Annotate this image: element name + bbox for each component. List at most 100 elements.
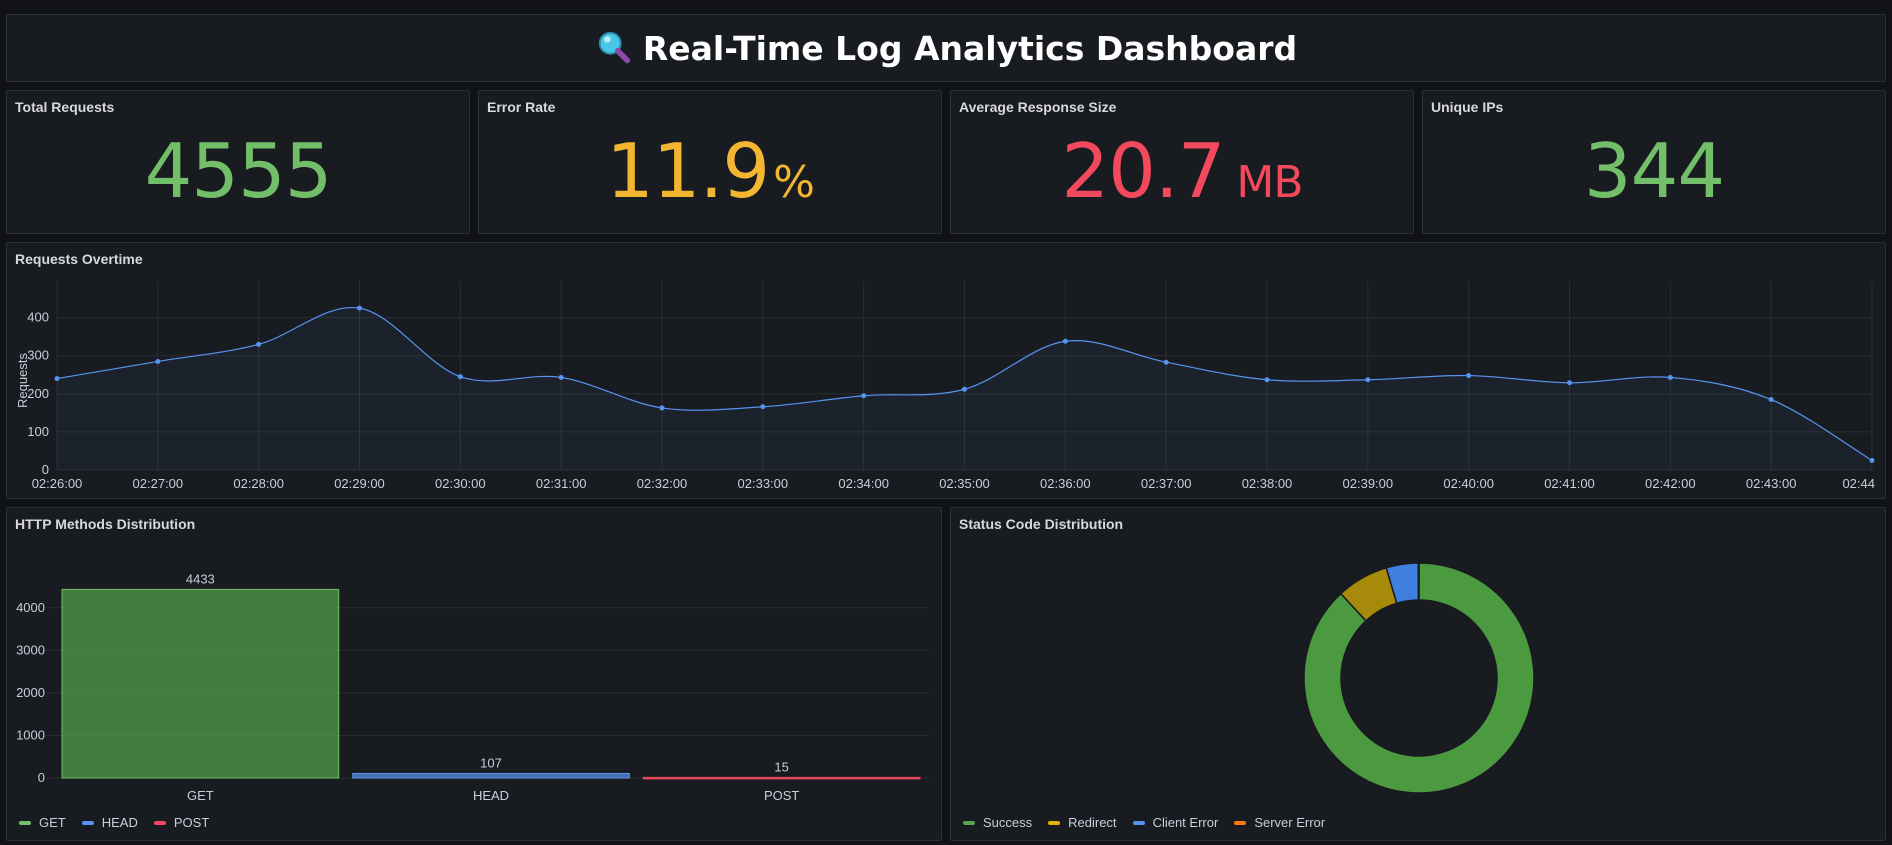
legend-label: POST bbox=[173, 815, 210, 830]
x-tick-label: 02:29:00 bbox=[334, 476, 385, 491]
legend-item[interactable]: Success bbox=[963, 815, 1032, 830]
legend-label: HEAD bbox=[101, 815, 138, 830]
error-rate-panel[interactable]: Error Rate 11.9% bbox=[478, 90, 942, 234]
donut-slice bbox=[1417, 562, 1420, 601]
y-tick-label: 2000 bbox=[16, 685, 45, 700]
legend-item[interactable]: Client Error bbox=[1132, 815, 1219, 830]
x-tick-label: 02:32:00 bbox=[637, 476, 688, 491]
stat-value: 344 bbox=[1583, 127, 1725, 215]
legend-label: Server Error bbox=[1254, 815, 1326, 830]
avg-response-size-panel[interactable]: Average Response Size 20.7 MB bbox=[950, 90, 1414, 234]
x-tick-label: 02:39:00 bbox=[1343, 476, 1394, 491]
bar-value-label: 4433 bbox=[186, 571, 215, 586]
data-point bbox=[1264, 377, 1270, 383]
bar-chart-legend: GET HEAD POST bbox=[19, 815, 209, 830]
legend-label: GET bbox=[39, 815, 66, 830]
legend-label: Success bbox=[983, 815, 1033, 830]
y-tick-label: 300 bbox=[27, 348, 49, 363]
stat-unit: % bbox=[773, 157, 815, 208]
y-tick-label: 100 bbox=[27, 424, 49, 439]
y-tick-label: 0 bbox=[38, 770, 45, 785]
bar bbox=[61, 588, 340, 779]
y-tick-label: 200 bbox=[27, 386, 49, 401]
bar bbox=[352, 772, 630, 779]
legend-swatch bbox=[1234, 820, 1247, 825]
legend-item[interactable]: HEAD bbox=[81, 815, 138, 830]
legend-label: Client Error bbox=[1152, 815, 1219, 830]
data-point bbox=[1869, 457, 1875, 463]
requests-overtime-panel[interactable]: Requests Overtime 0 100 200 300 400 02:26:00 0… bbox=[6, 242, 1886, 499]
y-axis-label: Requests bbox=[15, 353, 30, 408]
x-tick-label: 02:43:00 bbox=[1746, 476, 1797, 491]
data-point bbox=[659, 405, 665, 411]
data-point bbox=[357, 305, 362, 311]
data-point bbox=[1768, 397, 1774, 403]
requests-line-chart[interactable]: 0 100 200 300 400 02:26:00 02:27:00 02:28:00 02:… bbox=[7, 243, 1887, 500]
status-code-panel[interactable]: Status Code Distribution Success Redirect… bbox=[950, 507, 1886, 841]
stat-value: 4555 bbox=[144, 127, 333, 215]
x-tick-label: 02:42:00 bbox=[1645, 476, 1696, 491]
data-point bbox=[1567, 380, 1572, 386]
data-point bbox=[256, 341, 262, 347]
x-tick-label: 02:31:00 bbox=[536, 476, 587, 491]
panel-title: Total Requests bbox=[15, 99, 115, 115]
x-tick-label: 02:35:00 bbox=[939, 476, 990, 491]
panel-title: Error Rate bbox=[487, 99, 556, 115]
x-tick-label: 02:37:00 bbox=[1141, 476, 1192, 491]
y-tick-label: 1000 bbox=[16, 727, 45, 742]
unique-ips-panel[interactable]: Unique IPs 344 bbox=[1422, 90, 1886, 234]
data-point bbox=[1365, 377, 1371, 383]
data-point bbox=[1062, 338, 1068, 344]
legend-item[interactable]: POST bbox=[153, 815, 210, 830]
total-requests-panel[interactable]: Total Requests 4555 bbox=[6, 90, 470, 234]
data-point bbox=[558, 374, 564, 380]
panel-title: Unique IPs bbox=[1431, 99, 1504, 115]
panel-title: Average Response Size bbox=[959, 99, 1117, 115]
x-tick-label: 02:41:00 bbox=[1544, 476, 1595, 491]
dashboard-title: Real-Time Log Analytics Dashboard bbox=[642, 28, 1298, 68]
status-code-donut-chart[interactable] bbox=[951, 508, 1887, 808]
bar-value-label: 107 bbox=[480, 755, 502, 770]
x-tick-label: 02:33:00 bbox=[738, 476, 789, 491]
data-point bbox=[54, 376, 60, 382]
x-tick-label: 02:28:00 bbox=[233, 476, 284, 491]
http-methods-bar-chart[interactable]: 0 1000 2000 3000 4000 4433 GET 107 HEAD 15 POST bbox=[7, 508, 943, 808]
legend-item[interactable]: GET bbox=[19, 815, 66, 830]
http-methods-panel[interactable]: HTTP Methods Distribution 0 1000 2000 3000 4… bbox=[6, 507, 942, 841]
x-tick-label: 02:40:00 bbox=[1443, 476, 1494, 491]
legend-swatch bbox=[153, 820, 166, 825]
data-point bbox=[861, 393, 867, 399]
data-point bbox=[1667, 374, 1673, 380]
bar-value-label: 15 bbox=[774, 759, 788, 774]
legend-swatch bbox=[19, 820, 31, 825]
data-point bbox=[760, 404, 766, 410]
legend-item[interactable]: Redirect bbox=[1048, 815, 1117, 830]
y-tick-label: 0 bbox=[42, 462, 49, 477]
x-tick-label: HEAD bbox=[473, 788, 509, 803]
data-point bbox=[1466, 373, 1472, 379]
magnifying-glass-icon bbox=[598, 31, 631, 64]
x-tick-label: 02:27:00 bbox=[133, 476, 184, 491]
stat-value: 20.7 MB bbox=[1061, 127, 1303, 215]
y-tick-label: 3000 bbox=[16, 642, 45, 657]
legend-swatch bbox=[1048, 820, 1061, 825]
x-tick-label: 02:36:00 bbox=[1040, 476, 1091, 491]
data-point bbox=[457, 374, 463, 380]
stat-value: 11.9% bbox=[606, 127, 815, 215]
pie-chart-legend: Success Redirect Client Error Server Error bbox=[963, 815, 1325, 830]
legend-swatch bbox=[963, 820, 975, 825]
stat-unit: MB bbox=[1236, 157, 1303, 208]
dashboard-title-panel: Real-Time Log Analytics Dashboard bbox=[6, 14, 1886, 82]
x-tick-label: POST bbox=[764, 788, 799, 803]
x-tick-label: 02:26:00 bbox=[32, 476, 83, 491]
legend-label: Redirect bbox=[1068, 815, 1117, 830]
data-point bbox=[1163, 359, 1169, 365]
x-tick-label: 02:34:00 bbox=[838, 476, 889, 491]
data-point bbox=[155, 358, 161, 364]
y-tick-label: 400 bbox=[27, 310, 49, 325]
legend-swatch bbox=[81, 820, 94, 825]
legend-item[interactable]: Server Error bbox=[1234, 815, 1325, 830]
legend-swatch bbox=[1132, 820, 1145, 825]
y-tick-label: 4000 bbox=[16, 600, 45, 615]
x-tick-label: 02:30:00 bbox=[435, 476, 486, 491]
